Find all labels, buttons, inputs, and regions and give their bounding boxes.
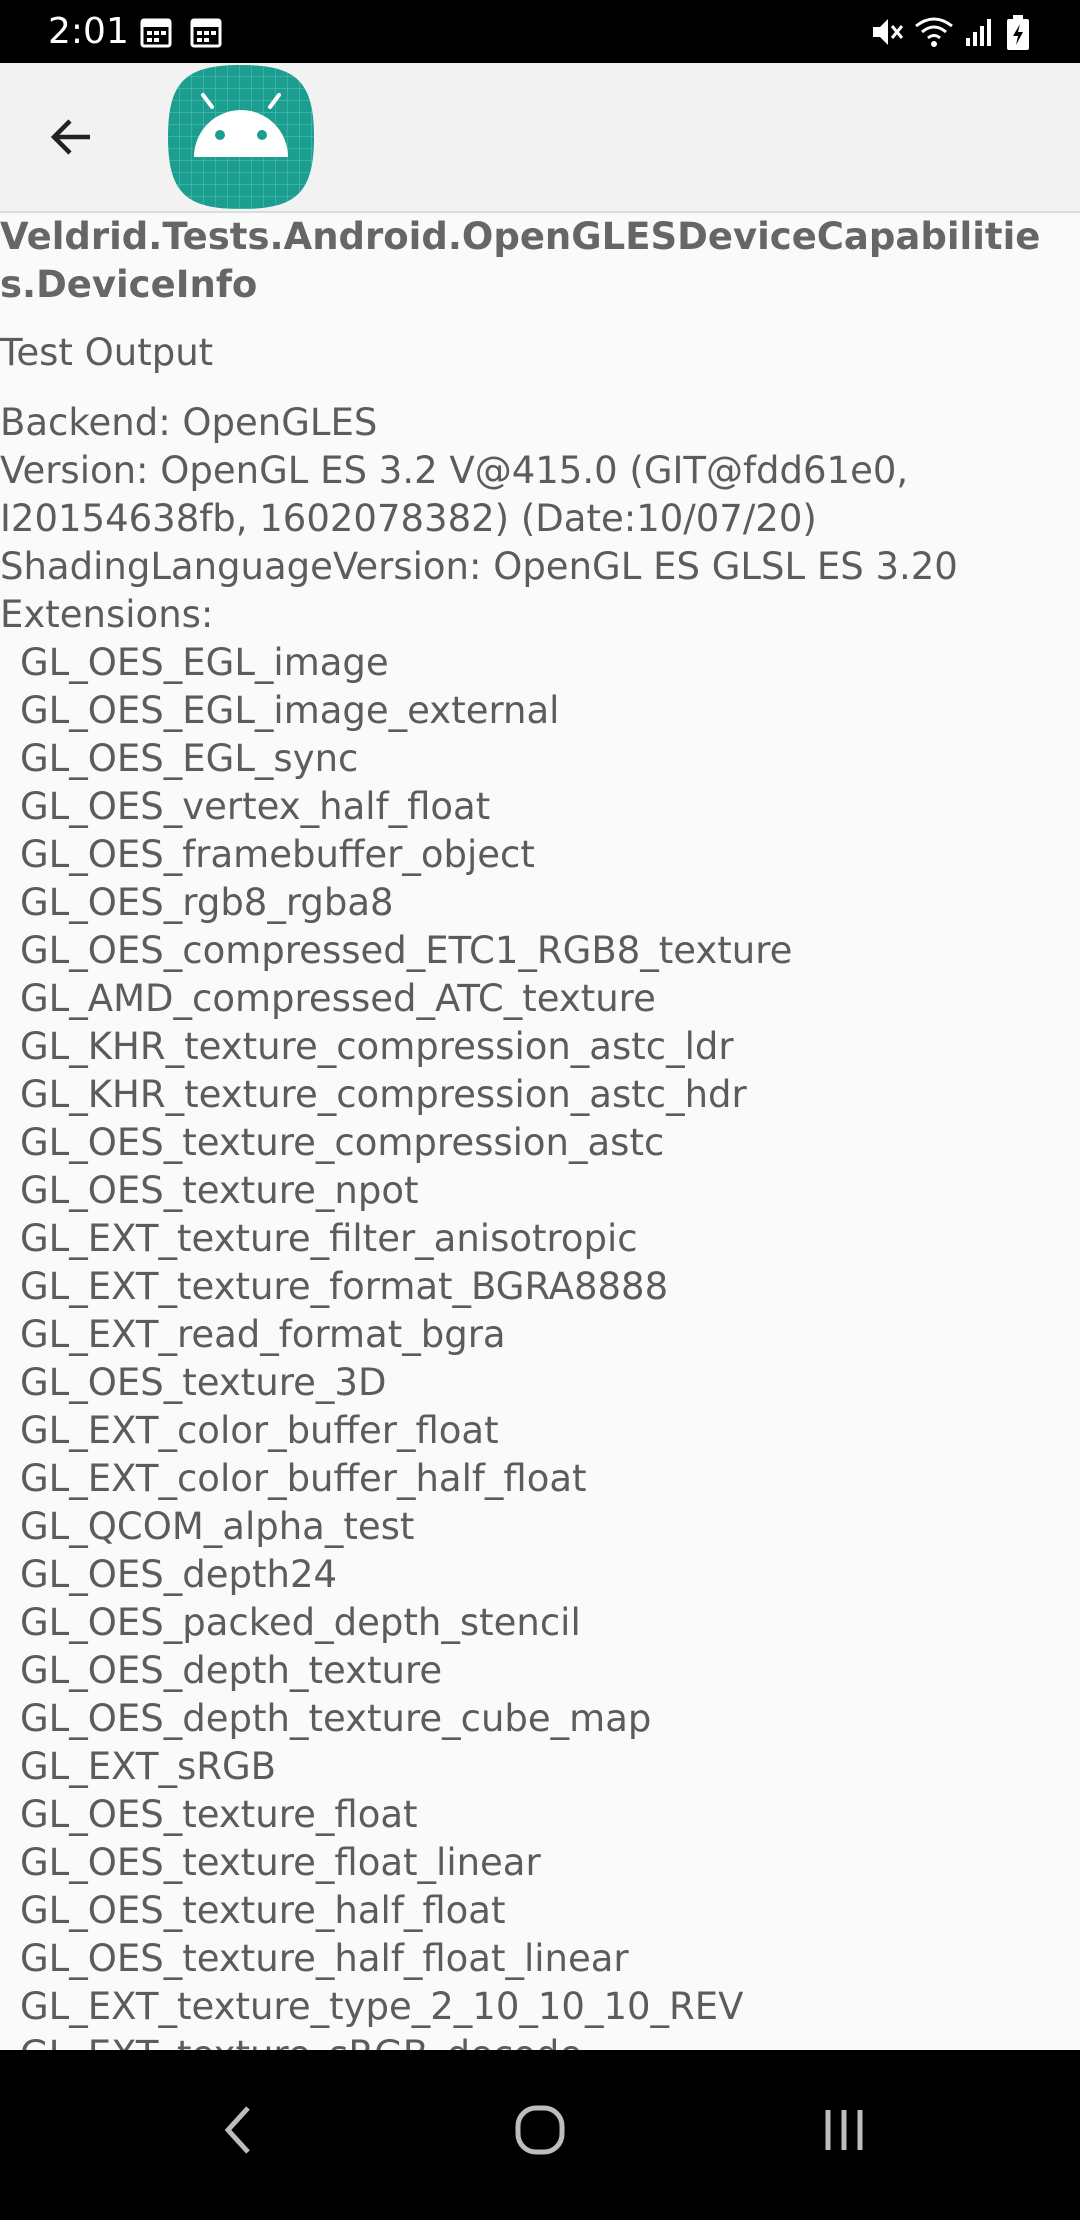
home-nav-icon (515, 2105, 565, 2155)
status-time: 2:01 (48, 11, 129, 52)
battery-charging-icon (1007, 15, 1029, 50)
arrow-left-icon (50, 119, 90, 155)
test-output-content[interactable]: Veldrid.Tests.Android.OpenGLESDeviceCapa… (0, 213, 1080, 2050)
nav-back-button[interactable] (178, 2090, 298, 2170)
extension-item: GL_OES_texture_half_float (20, 1889, 506, 1932)
back-nav-icon (224, 2106, 250, 2154)
extension-item: GL_EXT_read_format_bgra (20, 1313, 506, 1356)
extension-item: GL_OES_rgb8_rgba8 (20, 881, 394, 924)
calendar-icon (140, 18, 172, 48)
nav-recents-button[interactable] (784, 2090, 904, 2170)
extension-item: GL_EXT_texture_filter_anisotropic (20, 1217, 638, 1260)
mute-icon (873, 19, 904, 45)
app-bar (0, 63, 1080, 213)
calendar-icon (190, 18, 222, 48)
backend-line: Backend: OpenGLES (0, 401, 378, 444)
extension-item: GL_KHR_texture_compression_astc_ldr (20, 1025, 734, 1068)
extension-item: GL_EXT_texture_format_BGRA8888 (20, 1265, 669, 1308)
extension-item: GL_EXT_texture_type_2_10_10_10_REV (20, 1985, 744, 2028)
extension-item: GL_OES_depth_texture_cube_map (20, 1697, 652, 1740)
extension-item: GL_EXT_color_buffer_half_float (20, 1457, 587, 1500)
extension-item: GL_OES_depth_texture (20, 1649, 443, 1692)
extensions-label: Extensions: (0, 593, 214, 636)
extension-item: GL_EXT_texture_sRGB_decode (0, 2031, 1080, 2050)
extension-item: GL_KHR_texture_compression_astc_hdr (20, 1073, 747, 1116)
recents-nav-icon (825, 2110, 863, 2150)
page-title: Veldrid.Tests.Android.OpenGLESDeviceCapa… (0, 215, 1041, 306)
extension-item: GL_OES_EGL_image (20, 641, 389, 684)
extension-item: GL_OES_texture_float (20, 1793, 418, 1836)
nav-home-button[interactable] (480, 2090, 600, 2170)
version-line: Version: OpenGL ES 3.2 V@415.0 (GIT@fdd6… (0, 449, 909, 492)
signal-icon (966, 19, 991, 46)
shading-language-line: ShadingLanguageVersion: OpenGL ES GLSL E… (0, 545, 958, 588)
version-line: I20154638fb, 1602078382) (Date:10/07/20) (0, 497, 817, 540)
extension-item: GL_EXT_color_buffer_float (20, 1409, 499, 1452)
extension-item: GL_OES_texture_npot (20, 1169, 419, 1212)
extension-item: GL_OES_depth24 (20, 1553, 338, 1596)
extension-item: GL_OES_texture_3D (20, 1361, 387, 1404)
extension-item: GL_EXT_sRGB (20, 1745, 277, 1788)
extension-item: GL_OES_compressed_ETC1_RGB8_texture (20, 929, 793, 972)
extension-item: GL_OES_framebuffer_object (20, 833, 535, 876)
extension-item: GL_OES_texture_float_linear (20, 1841, 541, 1884)
section-label: Test Output (0, 331, 214, 374)
extension-item: GL_OES_packed_depth_stencil (20, 1601, 581, 1644)
navigation-bar (0, 2050, 1080, 2220)
back-button[interactable] (32, 97, 112, 177)
extension-item: GL_AMD_compressed_ATC_texture (20, 977, 656, 1020)
android-robot-icon (168, 65, 314, 209)
extension-item: GL_OES_texture_compression_astc (20, 1121, 665, 1164)
test-output-text: Backend: OpenGLES Version: OpenGL ES 3.2… (0, 399, 1080, 2050)
extension-item: GL_OES_vertex_half_float (20, 785, 491, 828)
extension-item: GL_QCOM_alpha_test (20, 1505, 415, 1548)
wifi-icon (915, 17, 953, 47)
extension-item: GL_OES_EGL_sync (20, 737, 359, 780)
extension-item: GL_OES_texture_half_float_linear (20, 1937, 629, 1980)
extension-item: GL_OES_EGL_image_external (20, 689, 560, 732)
status-bar: 2:01 (0, 0, 1080, 63)
